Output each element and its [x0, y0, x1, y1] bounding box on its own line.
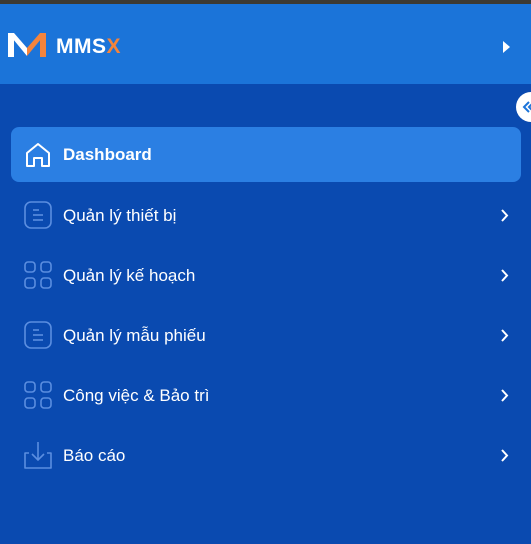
nav-item-label: Quản lý thiết bị: [63, 206, 177, 225]
mmsx-logo-icon: [8, 33, 46, 57]
nav-item-cong-viec-bao-tri[interactable]: Công việc & Bảo trì: [0, 365, 531, 425]
sidebar-nav: Dashboard Quản lý thiết bị Quản lý kế ho…: [0, 125, 531, 485]
chevron-right-icon: [501, 449, 509, 462]
grid-icon: [24, 261, 52, 289]
download-icon: [24, 442, 52, 469]
nav-item-label: Công việc & Bảo trì: [63, 386, 210, 405]
chevron-right-icon: [501, 209, 509, 222]
grid-icon: [24, 381, 52, 409]
brand-accent: X: [106, 35, 122, 58]
home-icon: [26, 143, 50, 167]
expand-chevron-icon[interactable]: [501, 40, 511, 54]
nav-item-dashboard[interactable]: Dashboard: [11, 127, 521, 182]
nav-item-label: Quản lý mẫu phiếu: [63, 326, 206, 345]
nav-item-label: Dashboard: [63, 145, 152, 164]
chevron-right-icon: [501, 389, 509, 402]
sidebar-header: MMSX: [0, 4, 531, 84]
document-icon: [24, 201, 52, 229]
brand-name: MMSX: [56, 35, 122, 58]
nav-item-quan-ly-ke-hoach[interactable]: Quản lý kế hoạch: [0, 245, 531, 305]
double-chevron-left-icon: [522, 101, 531, 113]
nav-item-quan-ly-thiet-bi[interactable]: Quản lý thiết bị: [0, 185, 531, 245]
chevron-right-icon: [501, 269, 509, 282]
nav-item-bao-cao[interactable]: Báo cáo: [0, 425, 531, 485]
nav-item-label: Quản lý kế hoạch: [63, 266, 196, 285]
nav-item-quan-ly-mau-phieu[interactable]: Quản lý mẫu phiếu: [0, 305, 531, 365]
nav-item-label: Báo cáo: [63, 446, 126, 465]
collapse-sidebar-button[interactable]: [516, 92, 531, 122]
chevron-right-icon: [501, 329, 509, 342]
document-icon: [24, 321, 52, 349]
